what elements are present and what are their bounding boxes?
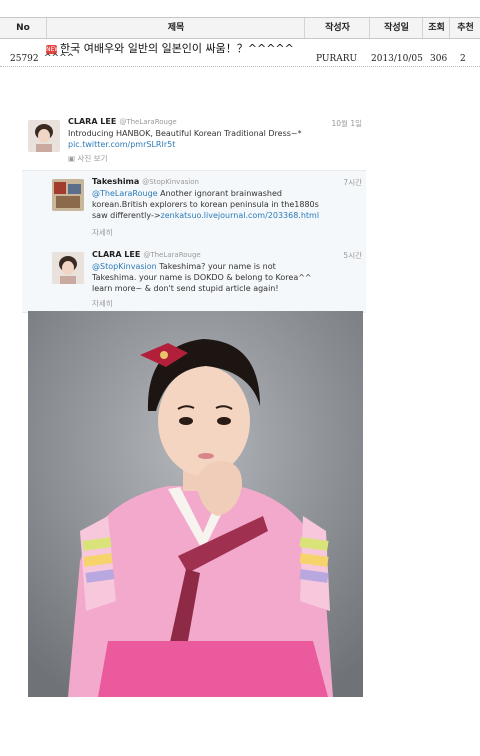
col-date: 작성일 xyxy=(369,18,423,38)
avatar[interactable] xyxy=(52,252,84,284)
tweet-2[interactable]: Takeshima @StopKinvasion 7시간 @TheLaraRoug… xyxy=(22,170,366,246)
avatar[interactable] xyxy=(52,179,84,211)
tweet-author[interactable]: CLARA LEE @TheLaraRouge xyxy=(68,117,177,126)
post-views: 306 xyxy=(430,54,448,64)
tweet-text: Introducing HANBOK, Beautiful Korean Tra… xyxy=(68,128,363,150)
tweet-link[interactable]: zenkatsuo.livejournal.com/203368.html xyxy=(161,211,320,220)
tweet-text: @StopKinvasion Takeshima? your name is n… xyxy=(92,262,312,293)
post-title-link[interactable]: NEW한국 여배우와 일반의 일본인이 싸움！？^^^^^ xyxy=(46,40,294,56)
tweet-author[interactable]: CLARA LEE @TheLaraRouge xyxy=(92,250,201,259)
col-author: 작성자 xyxy=(304,18,370,38)
tweet-time[interactable]: 7시간 xyxy=(343,177,362,188)
tweet-handle[interactable]: @StopKinvasion xyxy=(142,178,199,186)
tweet-link[interactable]: pic.twitter.com/pmrSLRIr5t xyxy=(68,139,363,150)
tweet-time[interactable]: 5시간 xyxy=(343,250,362,261)
details-button[interactable]: 자세히 xyxy=(92,227,113,238)
tweet-author[interactable]: Takeshima @StopKinvasion xyxy=(92,177,199,186)
photo-icon: ▣ xyxy=(68,154,76,163)
col-no: No xyxy=(16,23,30,33)
col-title: 제목 xyxy=(46,18,305,38)
col-likes: 추천 xyxy=(449,18,480,38)
post-title-continuation: ^^^^ xyxy=(44,53,75,63)
tweet-text: @TheLaraRouge Another ignorant brainwash… xyxy=(92,189,320,220)
view-photo-button[interactable]: ▣ 사진 보기 xyxy=(68,153,107,164)
post-title-text: 한국 여배우와 일반의 일본인이 싸움！？^^^^^ xyxy=(60,42,294,55)
post-author[interactable]: PURARU xyxy=(316,54,357,64)
tweet-handle[interactable]: @TheLaraRouge xyxy=(143,251,200,259)
hanbok-photo[interactable] xyxy=(28,311,363,697)
details-button[interactable]: 자세히 xyxy=(92,298,113,309)
post-row[interactable]: 25792 NEW한국 여배우와 일반의 일본인이 싸움！？^^^^^ ^^^^… xyxy=(0,38,480,68)
tweet-handle[interactable]: @TheLaraRouge xyxy=(119,118,176,126)
board-header-row: No 제목 작성자 작성일 조회 추천 xyxy=(0,17,480,39)
post-likes: 2 xyxy=(460,54,466,64)
tweet-mention[interactable]: @TheLaraRouge xyxy=(92,189,158,198)
avatar[interactable] xyxy=(28,120,60,152)
tweet-mention[interactable]: @StopKinvasion xyxy=(92,262,157,271)
row-divider xyxy=(0,66,480,68)
tweet-3[interactable]: CLARA LEE @TheLaraRouge 5시간 @StopKinvasio… xyxy=(22,244,366,313)
tweet-1[interactable]: CLARA LEE @TheLaraRouge 10월 1일 Introducin… xyxy=(22,112,366,170)
col-views: 조회 xyxy=(422,18,450,38)
post-date: 2013/10/05 xyxy=(371,54,423,64)
post-number: 25792 xyxy=(10,54,39,64)
